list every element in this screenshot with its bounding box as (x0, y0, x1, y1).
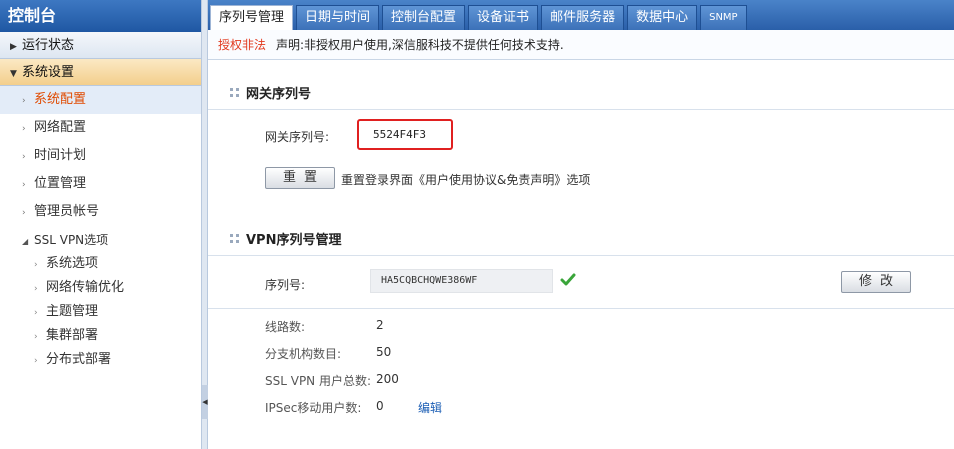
tab-snmp[interactable]: SNMP (700, 5, 747, 30)
sidebar-item-admin[interactable]: › 管理员帐号 (0, 198, 201, 226)
sidebar-subitem-network-opt[interactable]: › 网络传输优化 (0, 276, 201, 300)
check-icon (560, 273, 576, 286)
sidebar-item-system-config[interactable]: › 系统配置 (0, 86, 201, 114)
stat-branches-label: 分支机构数目: (265, 347, 342, 361)
stat-ipsec-users-value: 0 (376, 399, 384, 413)
vpn-section-heading: VPN序列号管理 (208, 226, 954, 256)
drag-dots-icon (230, 88, 240, 100)
sidebar-item-label: 位置管理 (34, 176, 87, 191)
gateway-section: 网关序列号 (208, 80, 954, 110)
tab-data-center[interactable]: 数据中心 (627, 5, 698, 30)
sidebar-title: 控制台 (0, 0, 201, 32)
stat-lines-label: 线路数: (265, 320, 306, 334)
gateway-serial-value: 5524F4F3 (357, 119, 453, 150)
chevron-right-icon: › (22, 180, 26, 190)
vpn-serial-label: 序列号: (265, 278, 306, 292)
modify-button[interactable]: 修改 (841, 271, 911, 293)
sidebar-group-label: SSL VPN选项 (34, 233, 109, 247)
sidebar-subitem-cluster[interactable]: › 集群部署 (0, 324, 201, 348)
license-notice-text: 声明:非授权用户使用,深信服科技不提供任何技术支持. (276, 38, 564, 52)
tab-device-cert[interactable]: 设备证书 (468, 5, 539, 30)
section-title: 网关序列号 (246, 87, 312, 102)
chevron-right-icon: › (34, 260, 38, 270)
stat-lines-value: 2 (376, 318, 384, 332)
drag-dots-icon (230, 234, 240, 246)
chevron-right-icon: ▶ (10, 42, 17, 52)
sidebar-item-label: 时间计划 (34, 148, 87, 163)
reset-button[interactable]: 重置 (265, 167, 335, 189)
chevron-right-icon: › (22, 152, 26, 162)
sidebar-item-location[interactable]: › 位置管理 (0, 170, 201, 198)
chevron-right-icon: › (34, 356, 38, 366)
stat-ipsec-users-label: IPSec移动用户数: (265, 401, 362, 415)
sidebar-subitem-theme[interactable]: › 主题管理 (0, 300, 201, 324)
sidebar-subitem-label: 主题管理 (46, 304, 99, 319)
stat-branches-value: 50 (376, 345, 392, 359)
chevron-down-icon: ▼ (10, 69, 17, 79)
vpn-serial-value: HA5CQBCHQWE386WF (370, 269, 553, 293)
license-notice: 授权非法 声明:非授权用户使用,深信服科技不提供任何技术支持. (208, 30, 954, 60)
sidebar-item-label: 管理员帐号 (34, 204, 100, 219)
sidebar-section-settings[interactable]: ▼ 系统设置 (0, 59, 201, 86)
gateway-serial-label: 网关序列号: (265, 130, 330, 144)
sidebar-subitem-label: 系统选项 (46, 256, 99, 271)
tab-console-config[interactable]: 控制台配置 (382, 5, 466, 30)
sidebar-subitem-distributed[interactable]: › 分布式部署 (0, 348, 201, 372)
sidebar-section-status[interactable]: ▶ 运行状态 (0, 32, 201, 59)
sidebar-item-time-schedule[interactable]: › 时间计划 (0, 142, 201, 170)
sidebar-item-network-config[interactable]: › 网络配置 (0, 114, 201, 142)
chevron-right-icon: › (34, 332, 38, 342)
sidebar-group-ssl-vpn[interactable]: ◢ SSL VPN选项 (0, 228, 201, 252)
chevron-right-icon: › (22, 208, 26, 218)
stat-ssl-users-label: SSL VPN 用户总数: (265, 374, 372, 388)
chevron-right-icon: › (22, 124, 26, 134)
sidebar-subitem-label: 分布式部署 (46, 352, 112, 367)
sidebar-item-label: 系统配置 (34, 92, 87, 107)
vpn-section: VPN序列号管理 (208, 226, 954, 256)
sidebar-subitem-label: 网络传输优化 (46, 280, 125, 295)
chevron-right-icon: › (22, 96, 26, 106)
license-warning: 授权非法 (218, 38, 267, 52)
tab-datetime[interactable]: 日期与时间 (296, 5, 380, 30)
chevron-right-icon: › (34, 308, 38, 318)
sidebar-subitem-system-options[interactable]: › 系统选项 (0, 252, 201, 276)
sidebar-subitem-label: 集群部署 (46, 328, 99, 343)
chevron-right-icon: › (34, 284, 38, 294)
caret-down-icon: ◢ (22, 237, 29, 246)
tab-bar: 序列号管理 日期与时间 控制台配置 设备证书 邮件服务器 数据中心 SNMP (208, 0, 954, 30)
divider (208, 308, 954, 309)
tab-mail-server[interactable]: 邮件服务器 (541, 5, 625, 30)
edit-link[interactable]: 编辑 (418, 399, 442, 416)
gateway-section-heading: 网关序列号 (208, 80, 954, 110)
tab-serial[interactable]: 序列号管理 (210, 5, 294, 30)
section-title: VPN序列号管理 (246, 233, 342, 248)
sidebar: 控制台 ▶ 运行状态 ▼ 系统设置 › 系统配置 › 网络配置 › 时间计划 › 位置管理 … (0, 0, 202, 449)
sidebar-section-label: 系统设置 (22, 65, 75, 80)
stat-ssl-users-value: 200 (376, 372, 399, 386)
reset-description: 重置登录界面《用户使用协议&免责声明》选项 (341, 173, 591, 187)
sidebar-section-label: 运行状态 (22, 38, 75, 53)
sidebar-item-label: 网络配置 (34, 120, 87, 135)
